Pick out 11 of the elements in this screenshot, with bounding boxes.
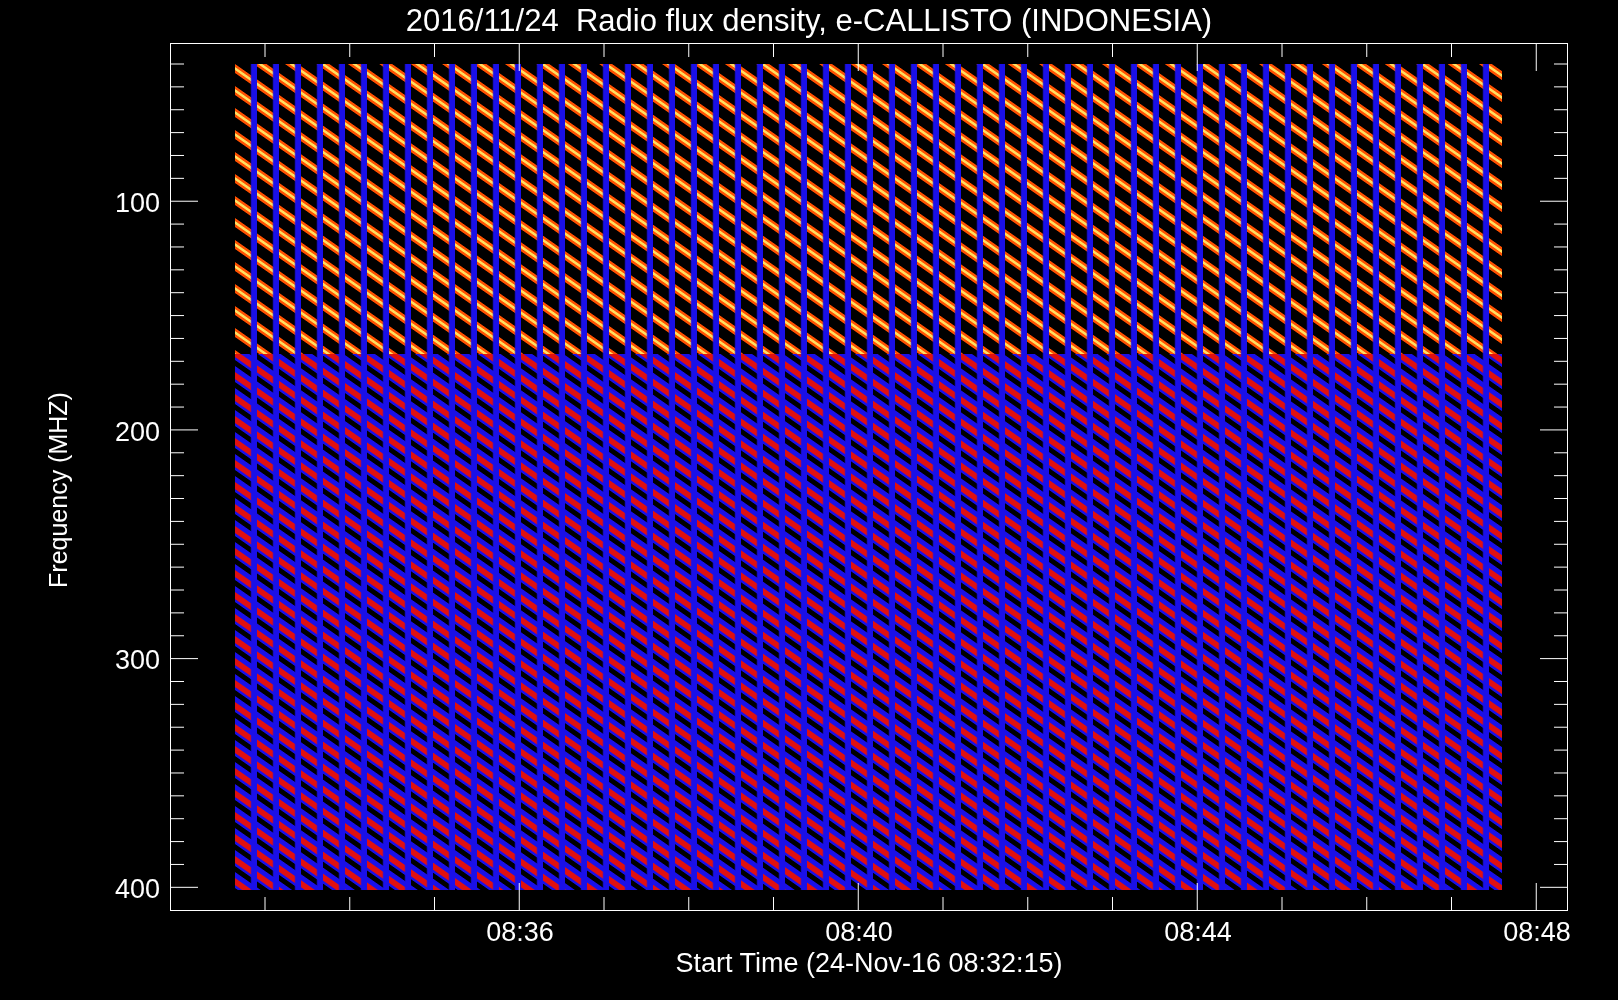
y-tick-label: 300 (114, 645, 160, 676)
y-axis-label: Frequency (MHZ) (44, 391, 72, 590)
x-axis-label: Start Time (24-Nov-16 08:32:15) (674, 948, 1064, 978)
x-tick-label: 08:44 (1163, 917, 1233, 947)
x-tick-label: 08:36 (485, 917, 555, 947)
chart-title: 2016/11/24 Radio flux density, e-CALLISTO (INDONESIA) (404, 2, 1214, 40)
x-tick-label: 08:40 (824, 917, 894, 947)
x-tick-label: 08:48 (1502, 917, 1572, 947)
y-tick-label: 200 (114, 416, 160, 447)
y-tick-label: 100 (114, 188, 160, 218)
y-tick-label: 400 (114, 874, 160, 905)
